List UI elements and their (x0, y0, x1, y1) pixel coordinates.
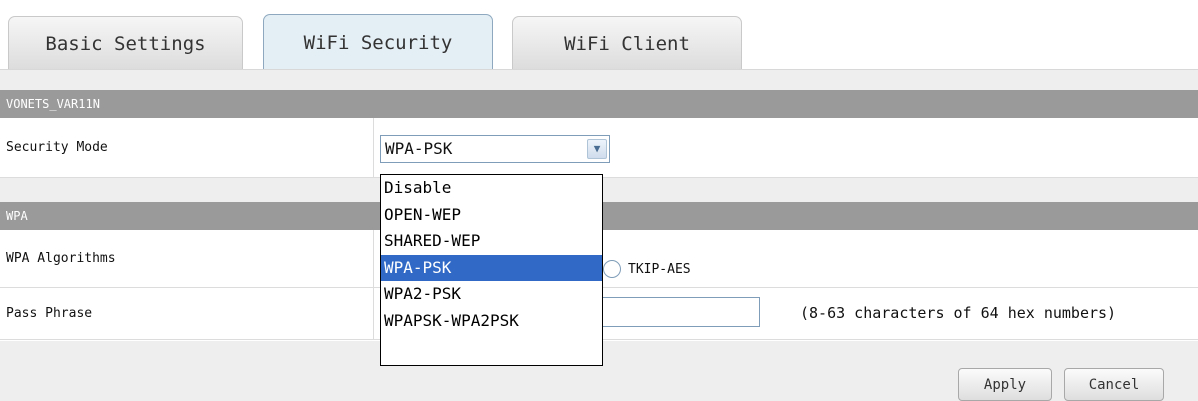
option-wpa-psk[interactable]: WPA-PSK (381, 254, 602, 281)
option-wpapsk-wpa2psk[interactable]: WPAPSK-WPA2PSK (381, 308, 602, 335)
security-mode-dropdown[interactable]: Disable OPEN-WEP SHARED-WEP WPA-PSK WPA2… (380, 174, 603, 366)
option-disable[interactable]: Disable (381, 175, 602, 202)
security-mode-value: WPA-PSK (385, 139, 453, 158)
wpa-algorithms-label: WPA Algorithms (0, 230, 374, 287)
option-wpa2-psk[interactable]: WPA2-PSK (381, 281, 602, 308)
tab-wifi-security[interactable]: WiFi Security (263, 14, 493, 70)
pass-phrase-hint: (8-63 characters of 64 hex numbers) (800, 304, 1117, 322)
spacer (0, 70, 1198, 90)
tab-wifi-client[interactable]: WiFi Client (512, 16, 742, 70)
security-mode-label: Security Mode (0, 118, 374, 177)
cancel-button[interactable]: Cancel (1064, 368, 1164, 401)
security-mode-select[interactable]: WPA-PSK ▼ (380, 135, 610, 163)
option-shared-wep[interactable]: SHARED-WEP (381, 228, 602, 255)
tkip-aes-radio[interactable] (603, 260, 621, 278)
tkip-aes-label: TKIP-AES (628, 262, 691, 277)
tab-basic-settings[interactable]: Basic Settings (8, 16, 243, 70)
apply-button[interactable]: Apply (958, 368, 1052, 401)
network-header: VONETS_VAR11N (0, 90, 1198, 118)
option-open-wep[interactable]: OPEN-WEP (381, 202, 602, 229)
tab-bar: Basic Settings WiFi Security WiFi Client (0, 0, 1198, 70)
chevron-down-icon[interactable]: ▼ (587, 139, 607, 159)
pass-phrase-label: Pass Phrase (0, 288, 374, 339)
